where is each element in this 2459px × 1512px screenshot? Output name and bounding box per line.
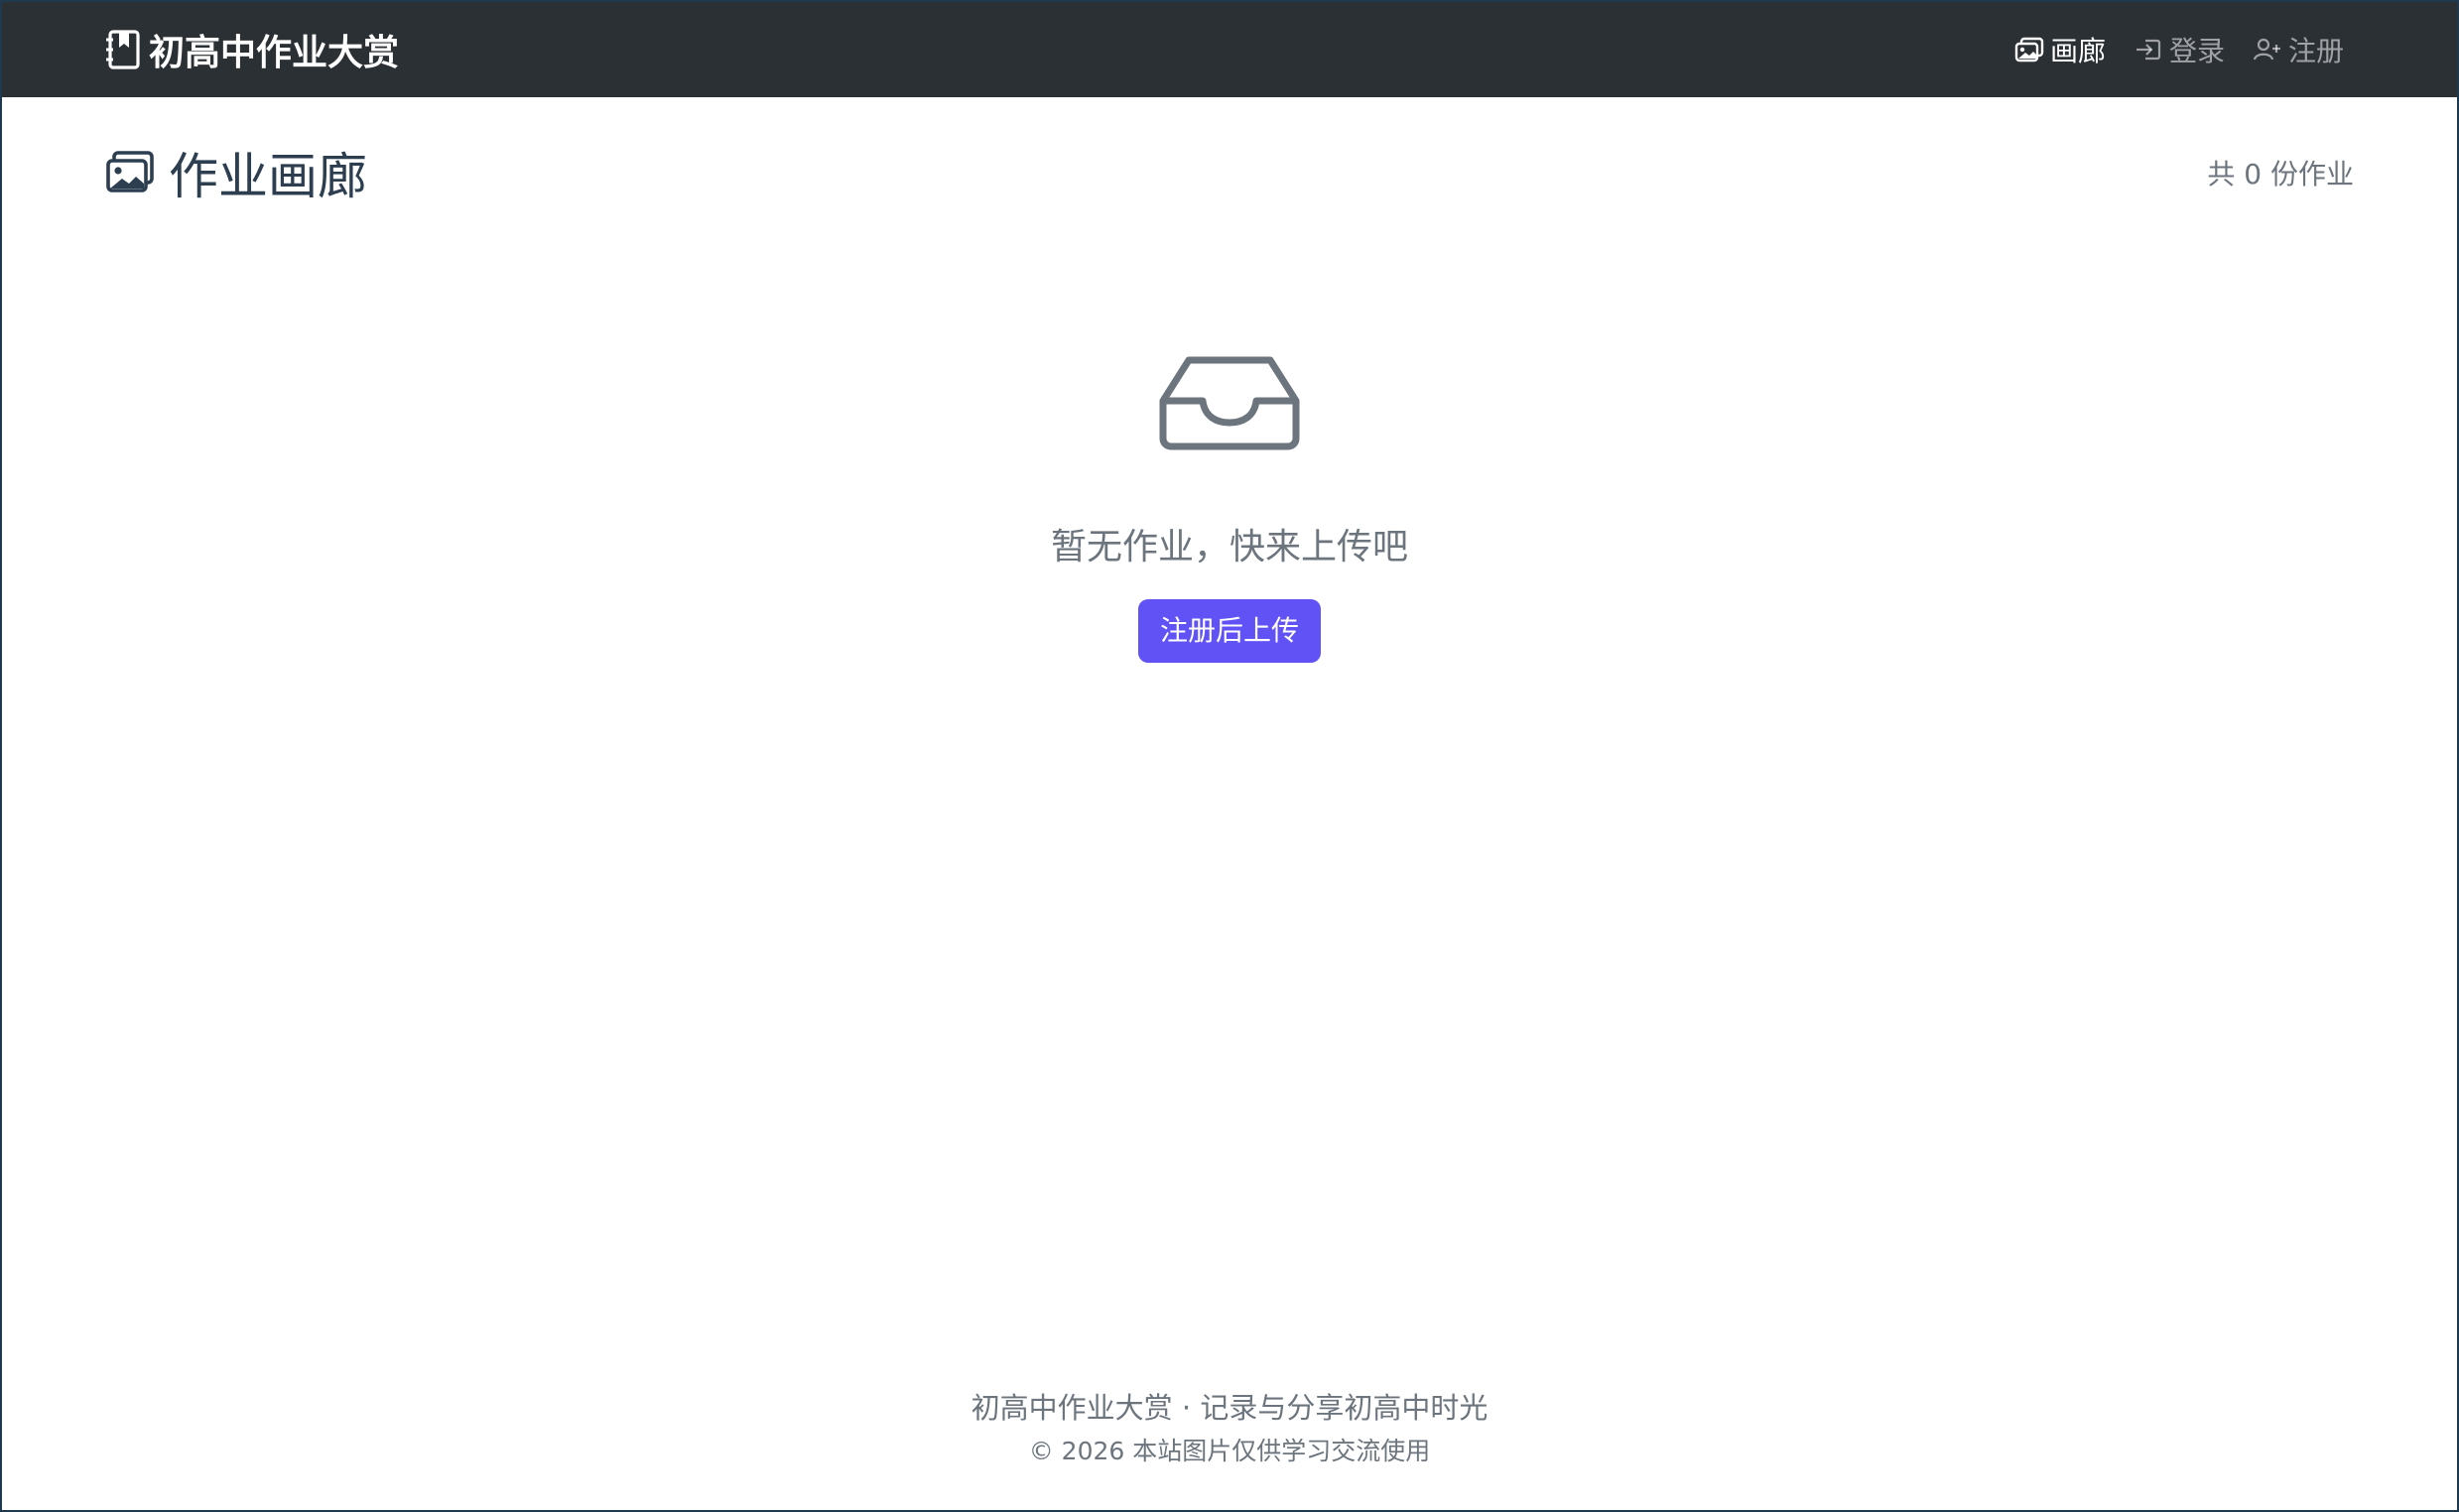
images-icon [105, 150, 155, 195]
nav-links: 画廊 登录 注册 [2014, 2, 2344, 97]
work-count: 共 0 份作业 [2207, 158, 2354, 190]
page-title: 作业画廊 [105, 137, 367, 208]
register-upload-button[interactable]: 注册后上传 [1137, 599, 1321, 663]
nav-item-gallery-label: 画廊 [2049, 35, 2106, 67]
footer-copyright: © 2026 本站图片仅供学习交流使用 [1028, 1437, 1431, 1465]
footer: 初高中作业大赏 · 记录与分享初高中时光 © 2026 本站图片仅供学习交流使用 [2, 1385, 2457, 1472]
footer-tagline: 初高中作业大赏 · 记录与分享初高中时光 [971, 1391, 1488, 1425]
journal-bookmark-icon [105, 30, 141, 69]
nav-item-login-label: 登录 [2168, 35, 2225, 67]
empty-state: 暂无作业，快来上传吧 注册后上传 [2, 355, 2457, 663]
nav-item-register[interactable]: 注册 [2253, 30, 2344, 69]
brand-text: 初高中作业大赏 [149, 33, 400, 73]
brand-link[interactable]: 初高中作业大赏 [105, 2, 399, 97]
navbar: 初高中作业大赏 画廊 登录 注册 [2, 2, 2457, 97]
title-row: 作业画廊 共 0 份作业 [105, 133, 2354, 212]
nav-item-register-label: 注册 [2287, 35, 2344, 67]
nav-item-gallery[interactable]: 画廊 [2014, 30, 2106, 69]
box-arrow-in-right-icon [2134, 35, 2163, 64]
page-title-text: 作业画廊 [169, 148, 367, 205]
page: 初高中作业大赏 画廊 登录 注册 作业画廊 共 0 份作业 暂无作业，快来上传吧… [0, 0, 2459, 1512]
inbox-icon [1159, 355, 1300, 450]
nav-item-login[interactable]: 登录 [2134, 30, 2225, 69]
images-icon [2014, 35, 2044, 64]
empty-message: 暂无作业，快来上传吧 [1050, 527, 1408, 567]
person-plus-icon [2253, 35, 2282, 64]
